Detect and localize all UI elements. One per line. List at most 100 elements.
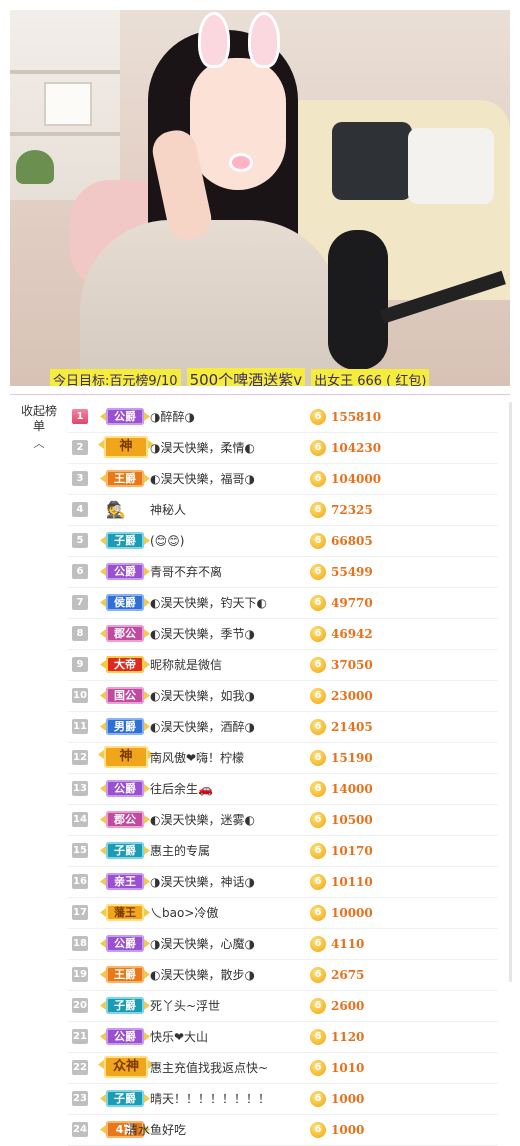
- noble-badge-icon: 藩王: [106, 904, 144, 921]
- contribution-score: 23000: [331, 689, 373, 703]
- bunny-ear-right: [248, 12, 280, 68]
- noble-badge-icon: 郡公: [106, 811, 144, 828]
- user-name[interactable]: ◐淏天快樂，酒醉◑: [150, 712, 255, 742]
- coin-icon: 6: [310, 440, 326, 456]
- coin-icon: 6: [310, 874, 326, 890]
- user-name[interactable]: ◐淏天快樂，福哥◑: [150, 464, 255, 494]
- ranking-row[interactable]: 10 国公 ◐淏天快樂，如我◑ 6 23000: [68, 681, 498, 712]
- ranking-row[interactable]: 2 神 ◑淏天快樂，柔情◐ 6 104230: [68, 433, 498, 464]
- ranking-row[interactable]: 20 子爵 死丫头~浮世 6 2600: [68, 991, 498, 1022]
- rank-number: 19: [72, 967, 88, 982]
- ranking-row[interactable]: 16 亲王 ◑淏天快樂，神话◑ 6 10110: [68, 867, 498, 898]
- scrollbar[interactable]: [509, 402, 512, 982]
- user-name[interactable]: 乀bao>冷傲: [150, 898, 218, 928]
- coin-icon: 6: [310, 533, 326, 549]
- ranking-row[interactable]: 6 公爵 青哥不弃不离 6 55499: [68, 557, 498, 588]
- noble-badge-icon: 公爵: [106, 780, 144, 797]
- user-name[interactable]: ◑醉醉◑: [150, 402, 195, 432]
- contribution-score: 1000: [331, 1092, 365, 1106]
- user-name[interactable]: 惠主的专属: [150, 836, 210, 866]
- ranking-row[interactable]: 12 神南风傲❤嗨！柠檬 6 15190: [68, 743, 498, 774]
- user-name[interactable]: 青哥不弃不离: [150, 557, 222, 587]
- coin-icon: 6: [310, 471, 326, 487]
- rank-number: 18: [72, 936, 88, 951]
- contribution-score: 2675: [331, 968, 365, 982]
- rank-number: 17: [72, 905, 88, 920]
- coin-icon: 6: [310, 936, 326, 952]
- user-name[interactable]: ◑淏天快樂，柔情◐: [150, 433, 255, 463]
- user-name[interactable]: 晴天！！！！！！！！: [150, 1084, 270, 1114]
- user-name[interactable]: ◐淏天快樂，季节◑: [150, 619, 255, 649]
- ranking-row[interactable]: 9 大帝 昵称就是微信 6 37050: [68, 650, 498, 681]
- ranking-row[interactable]: 4 🕵 神秘人 6 72325: [68, 495, 498, 526]
- coin-icon: 6: [310, 688, 326, 704]
- noble-badge-icon: 公爵: [106, 1028, 144, 1045]
- ranking-row[interactable]: 7 侯爵 ◐淏天快樂，钓天下◐ 6 49770: [68, 588, 498, 619]
- user-name[interactable]: 清水鱼好吃: [126, 1115, 186, 1145]
- noble-badge-icon: 🕵: [106, 500, 126, 519]
- collapse-ranking-button[interactable]: 收起榜单 ︿: [20, 404, 58, 451]
- ranking-row[interactable]: 24 4富 清水鱼好吃 6 1000: [68, 1115, 498, 1146]
- ranking-row[interactable]: 8 郡公 ◐淏天快樂，季节◑ 6 46942: [68, 619, 498, 650]
- coin-icon: 6: [310, 1091, 326, 1107]
- contribution-score: 104230: [331, 441, 382, 455]
- user-name[interactable]: 死丫头~浮世: [150, 991, 220, 1021]
- bookshelf: [10, 10, 120, 200]
- noble-badge-icon: 公爵: [106, 408, 144, 425]
- rank-number: 16: [72, 874, 88, 889]
- noble-badge-icon: 王爵: [106, 470, 144, 487]
- rank-number: 21: [72, 1029, 88, 1044]
- rank-number: 8: [72, 626, 88, 641]
- rank-number: 22: [72, 1060, 88, 1075]
- user-name[interactable]: ◐淏天快樂，散步◑: [150, 960, 255, 990]
- rank-number: 10: [72, 688, 88, 703]
- ranking-row[interactable]: 21 公爵 快乐❤大山 6 1120: [68, 1022, 498, 1053]
- contribution-score: 46942: [331, 627, 373, 641]
- coin-icon: 6: [310, 564, 326, 580]
- coin-icon: 6: [310, 781, 326, 797]
- ranking-row[interactable]: 11 男爵 ◐淏天快樂，酒醉◑ 6 21405: [68, 712, 498, 743]
- coin-icon: 6: [310, 1029, 326, 1045]
- ranking-row[interactable]: 13 公爵 往后余生🚗 6 14000: [68, 774, 498, 805]
- ranking-row[interactable]: 1 公爵 ◑醉醉◑ 6 155810: [68, 402, 498, 433]
- user-name[interactable]: 南风傲❤嗨！柠檬: [150, 743, 244, 773]
- ranking-row[interactable]: 15 子爵 惠主的专属 6 10170: [68, 836, 498, 867]
- rank-number: 9: [72, 657, 88, 672]
- contribution-score: 10500: [331, 813, 373, 827]
- user-name[interactable]: ◐淏天快樂，迷雾◐: [150, 805, 255, 835]
- coin-icon: 6: [310, 905, 326, 921]
- ranking-row[interactable]: 18 公爵 ◑淏天快樂，心魔◑ 6 4110: [68, 929, 498, 960]
- ranking-row[interactable]: 3 王爵 ◐淏天快樂，福哥◑ 6 104000: [68, 464, 498, 495]
- coin-icon: 6: [310, 595, 326, 611]
- contribution-score: 66805: [331, 534, 373, 548]
- ranking-row[interactable]: 23 子爵 晴天！！！！！！！！ 6 1000: [68, 1084, 498, 1115]
- ranking-row[interactable]: 14 郡公 ◐淏天快樂，迷雾◐ 6 10500: [68, 805, 498, 836]
- rank-number: 4: [72, 502, 88, 517]
- contribution-score: 10170: [331, 844, 373, 858]
- contribution-score: 10000: [331, 906, 373, 920]
- live-video[interactable]: 今日目标:百元榜9/10 500个啤酒送紫v 出女王 666 ( 红包): [10, 10, 510, 386]
- user-name[interactable]: ◐淏天快樂，钓天下◐: [150, 588, 267, 618]
- user-name[interactable]: 往后余生🚗: [150, 774, 213, 804]
- rank-number: 2: [72, 440, 88, 455]
- coin-icon: 6: [310, 657, 326, 673]
- user-name[interactable]: 惠主充值找我返点快~: [150, 1053, 268, 1083]
- user-name[interactable]: ◑淏天快樂，神话◑: [150, 867, 255, 897]
- noble-badge-icon: 子爵: [106, 997, 144, 1014]
- user-name[interactable]: ◐淏天快樂，如我◑: [150, 681, 255, 711]
- noble-badge-icon: 郡公: [106, 625, 144, 642]
- user-name[interactable]: 神秘人: [150, 495, 186, 525]
- coin-icon: 6: [310, 998, 326, 1014]
- ranking-row[interactable]: 17 藩王 乀bao>冷傲 6 10000: [68, 898, 498, 929]
- user-name[interactable]: (😊😊): [150, 526, 184, 556]
- rank-number: 11: [72, 719, 88, 734]
- user-name[interactable]: 昵称就是微信: [150, 650, 222, 680]
- user-name[interactable]: 快乐❤大山: [150, 1022, 208, 1052]
- ranking-row[interactable]: 5 子爵 (😊😊) 6 66805: [68, 526, 498, 557]
- coin-icon: 6: [310, 843, 326, 859]
- noble-badge-icon: 男爵: [106, 718, 144, 735]
- rank-number: 20: [72, 998, 88, 1013]
- ranking-row[interactable]: 19 王爵 ◐淏天快樂，散步◑ 6 2675: [68, 960, 498, 991]
- ranking-row[interactable]: 22 众神 惠主充值找我返点快~ 6 1010: [68, 1053, 498, 1084]
- user-name[interactable]: ◑淏天快樂，心魔◑: [150, 929, 255, 959]
